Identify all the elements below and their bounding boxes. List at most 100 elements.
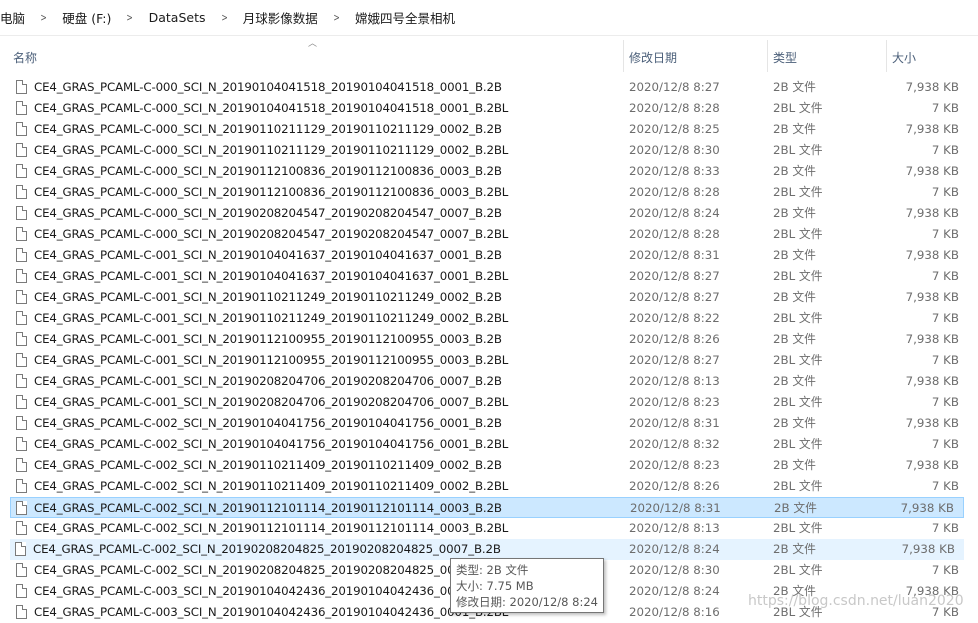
chevron-right-icon[interactable]: > <box>326 11 346 24</box>
column-size-header[interactable]: 大小 <box>886 40 978 72</box>
file-date: 2020/12/8 8:28 <box>629 227 720 241</box>
file-size: 7 KB <box>931 353 959 367</box>
file-date: 2020/12/8 8:27 <box>629 269 720 283</box>
file-size: 7,938 KB <box>905 206 959 220</box>
file-name: CE4_GRAS_PCAML-C-002_SCI_N_2019011021140… <box>34 479 509 493</box>
file-type: 2B 文件 <box>773 458 816 472</box>
file-date: 2020/12/8 8:27 <box>629 290 720 304</box>
chevron-right-icon[interactable]: > <box>33 11 53 24</box>
file-type: 2B 文件 <box>773 164 816 178</box>
file-name: CE4_GRAS_PCAML-C-001_SCI_N_2019011021124… <box>34 290 502 304</box>
breadcrumb-item[interactable]: 电脑 <box>0 8 29 27</box>
file-icon <box>16 206 27 220</box>
file-row[interactable]: CE4_GRAS_PCAML-C-002_SCI_N_2019011021140… <box>0 476 978 497</box>
file-date: 2020/12/8 8:32 <box>629 437 720 451</box>
file-type: 2BL 文件 <box>773 101 823 115</box>
file-name: CE4_GRAS_PCAML-C-000_SCI_N_2019010404151… <box>34 101 509 115</box>
file-icon <box>16 437 27 451</box>
file-row[interactable]: CE4_GRAS_PCAML-C-002_SCI_N_2019010404175… <box>0 434 978 455</box>
file-row[interactable]: CE4_GRAS_PCAML-C-001_SCI_N_2019011021124… <box>0 287 978 308</box>
file-size: 7,938 KB <box>905 80 959 94</box>
file-type: 2B 文件 <box>773 542 816 556</box>
file-row[interactable]: CE4_GRAS_PCAML-C-002_SCI_N_2019011021140… <box>0 455 978 476</box>
watermark: https://blog.csdn.net/luan2020 <box>748 593 964 609</box>
file-name: CE4_GRAS_PCAML-C-002_SCI_N_2019011210111… <box>34 521 509 535</box>
file-row[interactable]: CE4_GRAS_PCAML-C-001_SCI_N_2019020820470… <box>0 392 978 413</box>
file-row[interactable]: CE4_GRAS_PCAML-C-000_SCI_N_2019011021112… <box>0 119 978 140</box>
file-row[interactable]: CE4_GRAS_PCAML-C-001_SCI_N_2019011210095… <box>0 329 978 350</box>
file-row[interactable]: CE4_GRAS_PCAML-C-000_SCI_N_2019011210083… <box>0 161 978 182</box>
file-name: CE4_GRAS_PCAML-C-002_SCI_N_2019020820482… <box>34 563 462 577</box>
file-size: 7 KB <box>931 521 959 535</box>
file-type: 2BL 文件 <box>773 353 823 367</box>
file-type: 2B 文件 <box>773 332 816 346</box>
breadcrumb-item[interactable]: DataSets <box>145 10 210 25</box>
file-row[interactable]: CE4_GRAS_PCAML-C-001_SCI_N_2019020820470… <box>0 371 978 392</box>
file-icon <box>16 311 27 325</box>
file-type: 2B 文件 <box>773 374 816 388</box>
file-type: 2B 文件 <box>773 122 816 136</box>
file-icon <box>16 584 27 598</box>
file-date: 2020/12/8 8:23 <box>629 458 720 472</box>
file-name: CE4_GRAS_PCAML-C-001_SCI_N_2019020820470… <box>34 395 509 409</box>
file-row[interactable]: CE4_GRAS_PCAML-C-001_SCI_N_2019011210095… <box>0 350 978 371</box>
file-icon <box>16 458 27 472</box>
file-icon <box>16 374 27 388</box>
file-icon <box>16 143 27 157</box>
file-date: 2020/12/8 8:13 <box>629 521 720 535</box>
file-date: 2020/12/8 8:31 <box>630 501 721 515</box>
chevron-right-icon[interactable]: > <box>214 11 234 24</box>
file-size: 7 KB <box>931 101 959 115</box>
file-date: 2020/12/8 8:27 <box>629 353 720 367</box>
file-size: 7 KB <box>931 269 959 283</box>
tooltip-size: 大小: 7.75 MB <box>456 579 534 593</box>
file-size: 7,938 KB <box>905 416 959 430</box>
breadcrumb-item[interactable]: 硬盘 (F:) <box>58 8 115 27</box>
file-name: CE4_GRAS_PCAML-C-000_SCI_N_2019020820454… <box>34 227 509 241</box>
file-date: 2020/12/8 8:13 <box>629 374 720 388</box>
file-name: CE4_GRAS_PCAML-C-000_SCI_N_2019011021112… <box>34 122 502 136</box>
file-type: 2BL 文件 <box>773 563 823 577</box>
file-size: 7,938 KB <box>905 374 959 388</box>
breadcrumb-item[interactable]: 嫦娥四号全景相机 <box>351 8 459 27</box>
file-date: 2020/12/8 8:31 <box>629 416 720 430</box>
column-type-header[interactable]: 类型 <box>767 40 886 72</box>
file-row[interactable]: CE4_GRAS_PCAML-C-002_SCI_N_2019020820482… <box>10 539 964 560</box>
file-row[interactable]: CE4_GRAS_PCAML-C-001_SCI_N_2019011021124… <box>0 308 978 329</box>
file-name: CE4_GRAS_PCAML-C-002_SCI_N_2019020820482… <box>33 542 501 556</box>
file-row[interactable]: CE4_GRAS_PCAML-C-000_SCI_N_2019010404151… <box>0 77 978 98</box>
file-type: 2B 文件 <box>774 501 817 515</box>
column-date-header[interactable]: 修改日期 <box>623 40 767 72</box>
breadcrumb-item[interactable]: 月球影像数据 <box>239 8 322 27</box>
file-date: 2020/12/8 8:30 <box>629 143 720 157</box>
file-row[interactable]: CE4_GRAS_PCAML-C-002_SCI_N_2019010404175… <box>0 413 978 434</box>
file-row[interactable]: CE4_GRAS_PCAML-C-002_SCI_N_2019011210111… <box>10 497 964 518</box>
file-row[interactable]: CE4_GRAS_PCAML-C-000_SCI_N_2019011021112… <box>0 140 978 161</box>
file-info-tooltip: 类型: 2B 文件 大小: 7.75 MB 修改日期: 2020/12/8 8:… <box>450 558 604 613</box>
file-icon <box>16 227 27 241</box>
file-icon <box>16 521 27 535</box>
file-date: 2020/12/8 8:24 <box>629 584 720 598</box>
file-row[interactable]: CE4_GRAS_PCAML-C-000_SCI_N_2019011210083… <box>0 182 978 203</box>
file-type: 2BL 文件 <box>773 227 823 241</box>
file-row[interactable]: CE4_GRAS_PCAML-C-000_SCI_N_2019020820454… <box>0 203 978 224</box>
file-type: 2BL 文件 <box>773 185 823 199</box>
file-size: 7,938 KB <box>905 164 959 178</box>
file-size: 7 KB <box>931 311 959 325</box>
file-row[interactable]: CE4_GRAS_PCAML-C-001_SCI_N_2019010404163… <box>0 245 978 266</box>
file-row[interactable]: CE4_GRAS_PCAML-C-001_SCI_N_2019010404163… <box>0 266 978 287</box>
file-type: 2B 文件 <box>773 206 816 220</box>
file-name: CE4_GRAS_PCAML-C-000_SCI_N_2019011210083… <box>34 185 509 199</box>
file-name: CE4_GRAS_PCAML-C-002_SCI_N_2019011210111… <box>34 501 502 515</box>
file-date: 2020/12/8 8:26 <box>629 479 720 493</box>
chevron-right-icon[interactable]: > <box>120 11 140 24</box>
file-size: 7,938 KB <box>901 542 955 556</box>
file-name: CE4_GRAS_PCAML-C-001_SCI_N_2019010404163… <box>34 248 502 262</box>
file-row[interactable]: CE4_GRAS_PCAML-C-000_SCI_N_2019020820454… <box>0 224 978 245</box>
column-name-header[interactable]: 名称 <box>8 40 622 72</box>
file-type: 2B 文件 <box>773 290 816 304</box>
file-row[interactable]: CE4_GRAS_PCAML-C-000_SCI_N_2019010404151… <box>0 98 978 119</box>
file-row[interactable]: CE4_GRAS_PCAML-C-002_SCI_N_2019011210111… <box>0 518 978 539</box>
file-icon <box>16 269 27 283</box>
file-size: 7 KB <box>931 185 959 199</box>
